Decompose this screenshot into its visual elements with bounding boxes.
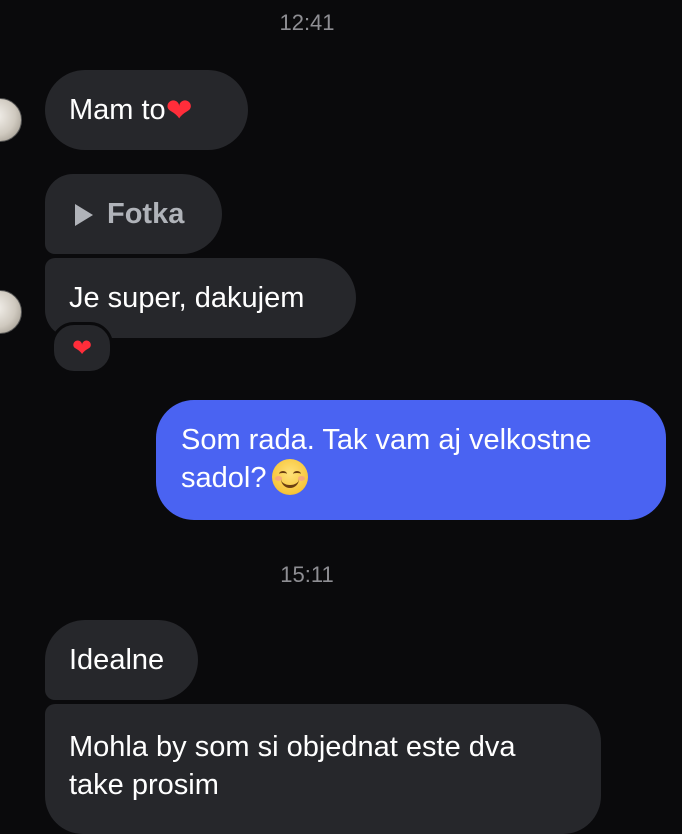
heart-icon: ❤ [71,334,93,362]
message-text: Mam to [69,94,166,126]
message-text-line: Som rada. Tak vam aj velkostne [181,424,592,456]
message-text-line: take prosim [69,769,219,801]
play-icon [75,204,93,227]
timestamp: 12:41 [279,10,335,35]
message-text: Idealne [69,644,165,676]
message-bubble[interactable]: Mohla by som si objednat este dva take p… [45,704,601,834]
outgoing-message-bubble[interactable]: Som rada. Tak vam aj velkostne sadol? [156,400,666,520]
reaction-badge[interactable]: ❤ [51,322,113,374]
smiling-face-icon [272,459,309,495]
message-bubble[interactable]: Mam to❤ [45,70,248,150]
timestamp: 15:11 [280,562,334,587]
photo-message-bubble[interactable]: Fotka [45,174,222,254]
message-text: Je super, dakujem [69,282,305,314]
photo-label: Fotka [107,198,185,230]
heart-icon: ❤ [165,91,193,129]
message-text-line: sadol? [181,462,267,494]
avatar[interactable] [0,290,22,334]
avatar[interactable] [0,98,22,142]
message-bubble[interactable]: Idealne [45,620,198,700]
message-text-line: Mohla by som si objednat este dva [69,731,516,763]
